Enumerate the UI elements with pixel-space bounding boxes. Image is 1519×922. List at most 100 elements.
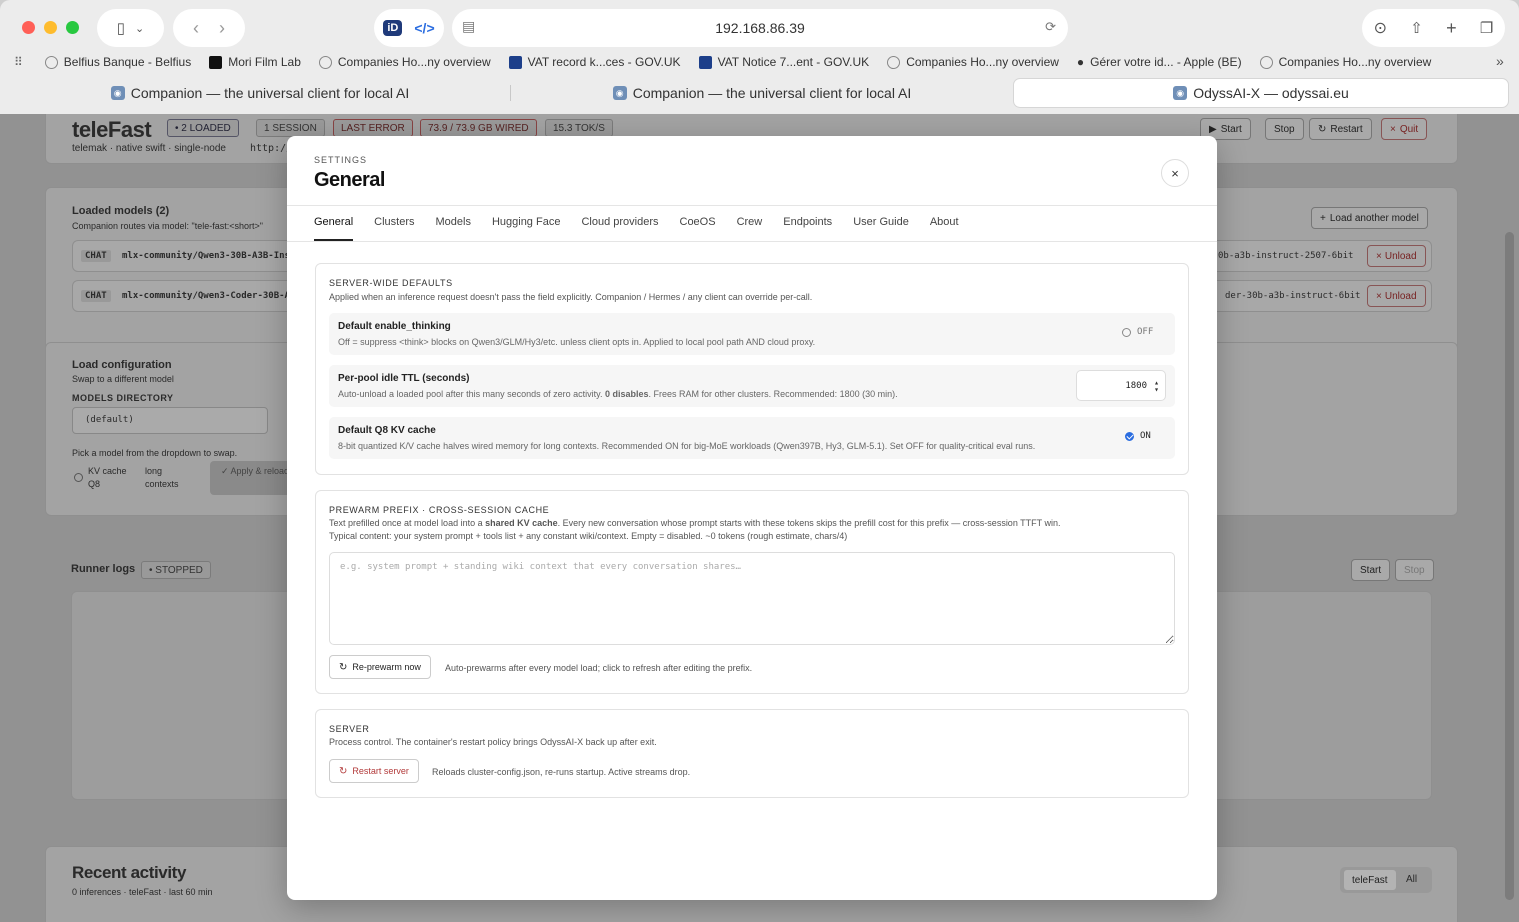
kv-cache-checkbox[interactable]: KV cache Q8 <box>74 465 136 491</box>
section-description: Process control. The container's restart… <box>329 737 657 747</box>
runner-stop-button[interactable]: Stop <box>1395 559 1434 581</box>
close-icon: × <box>1171 165 1179 181</box>
back-button[interactable]: ‹ <box>193 18 199 39</box>
tab-clusters[interactable]: Clusters <box>374 216 414 241</box>
model-name-tail: der-30b-a3b-instruct-6bit <box>1225 291 1361 301</box>
server-defaults-section: SERVER-WIDE DEFAULTS Applied when an inf… <box>315 263 1189 475</box>
stepper-icon[interactable]: ▴ ▾ <box>1154 379 1159 394</box>
tab-endpoints[interactable]: Endpoints <box>783 216 832 241</box>
idle-ttl-input[interactable]: 1800 ▴ ▾ <box>1076 370 1166 401</box>
bookmark-item[interactable]: Belfius Banque - Belfius <box>44 55 191 69</box>
bookmark-item[interactable]: Companies Ho...ny overview <box>887 55 1059 69</box>
govuk-icon <box>698 55 712 69</box>
minimize-window-button[interactable] <box>44 21 57 34</box>
downloads-icon[interactable]: ⊙ <box>1374 18 1387 38</box>
restart-button[interactable]: ↻ Restart <box>1309 118 1372 140</box>
plus-icon: + <box>1320 212 1326 224</box>
settings-tabs: General Clusters Models Hugging Face Clo… <box>314 216 980 241</box>
checkbox-icon <box>74 473 83 482</box>
bookmark-item[interactable]: Companies Ho...ny overview <box>1259 55 1431 69</box>
node-url: http:// <box>250 143 293 154</box>
tab-cloud-providers[interactable]: Cloud providers <box>581 216 658 241</box>
close-icon: × <box>1390 123 1396 135</box>
q8-kv-cache-toggle[interactable]: ON <box>1125 431 1151 441</box>
bookmark-item[interactable]: ● Gérer votre id... - Apple (BE) <box>1077 55 1242 69</box>
bookmarks-bar: ⠿ Belfius Banque - Belfius Mori Film Lab… <box>14 53 1449 71</box>
filter-telefast[interactable]: teleFast <box>1343 869 1397 891</box>
model-kind: CHAT <box>81 290 111 302</box>
tab-strip: ◉ Companion — the universal client for l… <box>10 78 1509 108</box>
forward-button[interactable]: › <box>219 18 225 39</box>
tab-user-guide[interactable]: User Guide <box>853 216 909 241</box>
runner-start-button[interactable]: Start <box>1351 559 1391 581</box>
bookmark-item[interactable]: Companies Ho...ny overview <box>318 55 491 69</box>
close-window-button[interactable] <box>22 21 35 34</box>
tab-about[interactable]: About <box>930 216 959 241</box>
sidebar-icon: ▯ <box>116 20 126 37</box>
refresh-icon: ↻ <box>339 765 348 777</box>
tab-overview-icon[interactable]: ❐ <box>1480 19 1493 37</box>
radio-off-icon <box>1122 327 1131 337</box>
browser-tab-active[interactable]: ◉ OdyssAI-X — odyssai.eu <box>1013 78 1509 108</box>
id-extension-icon[interactable]: iD <box>383 20 403 36</box>
page-scrollbar[interactable] <box>1505 232 1514 900</box>
code-extension-icon[interactable]: </> <box>414 20 434 36</box>
tab-crew[interactable]: Crew <box>737 216 763 241</box>
browser-chrome: ▯ ⌄ ‹ › iD </> ▤ 192.168.86.39 ⟳ ⊙ ⇧ + ❐… <box>0 0 1519 114</box>
server-section: SERVER Process control. The container's … <box>315 709 1189 798</box>
bookmark-item[interactable]: Mori Film Lab <box>209 55 301 69</box>
prewarm-section: PREWARM PREFIX · CROSS-SESSION CACHE Tex… <box>315 490 1189 694</box>
enable-thinking-toggle[interactable]: OFF <box>1122 327 1153 337</box>
section-description: Applied when an inference request doesn'… <box>329 292 813 302</box>
more-bookmarks-icon[interactable]: » <box>1496 53 1504 69</box>
re-prewarm-button[interactable]: ↻ Re-prewarm now <box>329 655 431 679</box>
translate-reload-icons[interactable]: ⟳ <box>1045 19 1056 35</box>
address-text: 192.168.86.39 <box>715 20 805 36</box>
zoom-window-button[interactable] <box>66 21 79 34</box>
address-bar[interactable]: ▤ 192.168.86.39 ⟳ <box>452 9 1068 47</box>
filter-all[interactable]: All <box>1406 874 1417 885</box>
bookmark-item[interactable]: VAT record k...ces - GOV.UK <box>508 55 681 69</box>
odyssai-favicon-icon: ◉ <box>1173 86 1188 100</box>
tab-hugging-face[interactable]: Hugging Face <box>492 216 561 241</box>
prewarm-hint: Auto-prewarms after every model load; cl… <box>445 663 753 673</box>
unload-button[interactable]: × Unload <box>1367 285 1426 307</box>
companion-favicon-icon: ◉ <box>612 86 627 100</box>
wired-badge: 73.9 / 73.9 GB WIRED <box>420 119 537 137</box>
chevron-down-icon: ⌄ <box>135 22 145 35</box>
stop-button[interactable]: Stop <box>1265 118 1304 140</box>
share-icon[interactable]: ⇧ <box>1410 19 1423 37</box>
tokps-badge: 15.3 TOK/S <box>545 119 613 137</box>
setting-idle-ttl: Per-pool idle TTL (seconds) Auto-unload … <box>329 365 1175 407</box>
bookmark-item[interactable]: VAT Notice 7...ent - GOV.UK <box>698 55 869 69</box>
modal-close-button[interactable]: × <box>1161 159 1189 187</box>
browser-tab[interactable]: ◉ Companion — the universal client for l… <box>10 78 510 108</box>
browser-tab[interactable]: ◉ Companion — the universal client for l… <box>512 78 1012 108</box>
refresh-icon: ↻ <box>1318 123 1327 135</box>
prewarm-prefix-textarea[interactable] <box>329 552 1175 645</box>
load-another-model-button[interactable]: + Load another model <box>1311 207 1428 229</box>
tab-general[interactable]: General <box>314 216 354 241</box>
tab-coeos[interactable]: CoeOS <box>680 216 716 241</box>
node-title: teleFast <box>72 117 152 142</box>
quit-button[interactable]: × Quit <box>1381 118 1428 140</box>
tab-models[interactable]: Models <box>435 216 470 241</box>
models-dir-label: MODELS DIRECTORY <box>72 393 174 403</box>
new-tab-icon[interactable]: + <box>1446 18 1457 39</box>
long-context-hint: long contexts <box>145 466 179 489</box>
close-icon: × <box>1376 250 1382 262</box>
unload-button[interactable]: × Unload <box>1367 245 1426 267</box>
error-badge[interactable]: LAST ERROR <box>333 119 413 137</box>
section-heading: PREWARM PREFIX · CROSS-SESSION CACHE <box>329 505 550 515</box>
toolbar-actions: ⊙ ⇧ + ❐ <box>1362 9 1505 47</box>
loaded-badge: • 2 LOADED <box>167 119 239 137</box>
restart-server-button[interactable]: ↻ Restart server <box>329 759 419 783</box>
page-menu-icon[interactable]: ▤ <box>462 18 475 35</box>
sidebar-toggle-button[interactable]: ▯ ⌄ <box>97 9 164 47</box>
models-dir-input[interactable]: (default) <box>72 407 268 434</box>
restart-server-hint: Reloads cluster-config.json, re-runs sta… <box>432 767 691 777</box>
companion-favicon-icon: ◉ <box>110 86 125 100</box>
apps-grid-icon[interactable]: ⠿ <box>14 55 23 69</box>
loaded-models-desc: Companion routes via model: "tele-fast:<… <box>72 221 263 231</box>
setting-title: Default enable_thinking <box>338 321 451 332</box>
